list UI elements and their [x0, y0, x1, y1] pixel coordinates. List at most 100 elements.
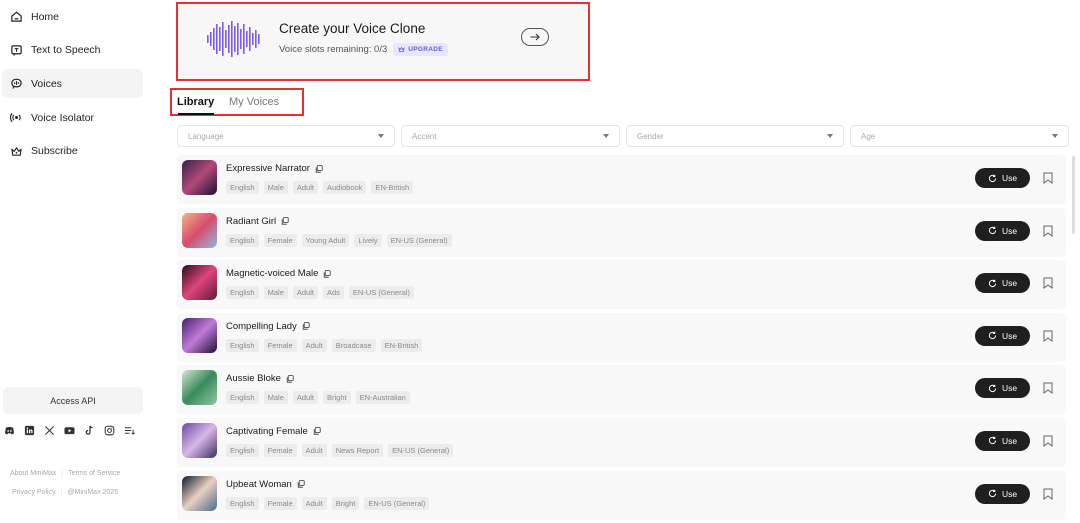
waveform-bar	[210, 32, 212, 46]
copy-icon[interactable]	[281, 217, 289, 225]
voice-tag: Young Adult	[301, 233, 350, 247]
sidebar-item-home[interactable]: Home	[2, 2, 143, 31]
voice-name: Expressive Narrator	[226, 163, 310, 174]
voice-tag: Broadcase	[331, 338, 376, 352]
bookmark-icon[interactable]	[1043, 225, 1053, 237]
footer-separator: |	[60, 489, 63, 496]
bookmark-icon[interactable]	[1043, 330, 1053, 342]
voice-name-wrap: Magnetic-voiced Male	[226, 268, 332, 280]
voice-avatar	[182, 160, 217, 195]
chevron-down-icon	[378, 134, 384, 138]
voice-clone-banner[interactable]: Create your Voice Clone Voice slots rema…	[176, 2, 590, 81]
footer-links-row-2: Privacy Policy | @MiniMax 2025	[12, 489, 118, 496]
waveform-bar	[207, 35, 209, 43]
tab-my-voices[interactable]: My Voices	[229, 96, 279, 108]
terms-link[interactable]: Terms of Service	[68, 470, 120, 477]
copy-icon[interactable]	[297, 480, 305, 488]
copy-icon[interactable]	[323, 269, 332, 278]
voice-name-wrap: Compelling Lady	[226, 321, 310, 332]
voice-row[interactable]: Upbeat Woman English Female Adult Bright EN-…	[177, 470, 1066, 520]
use-voice-button[interactable]: Use	[975, 325, 1030, 346]
tab-library[interactable]: Library	[177, 96, 214, 108]
copyright-text: @MiniMax 2025	[67, 489, 119, 496]
instagram-icon[interactable]	[104, 425, 115, 436]
voice-name: Magnetic-voiced Male	[226, 268, 319, 280]
voice-row[interactable]: Radiant Girl English Female Young Adult Liv…	[177, 207, 1066, 257]
tiktok-icon[interactable]	[84, 425, 95, 436]
sidebar-item-text-to-speech[interactable]: Text to Speech	[2, 36, 143, 65]
copy-icon[interactable]	[302, 322, 310, 330]
discord-icon[interactable]	[4, 425, 15, 436]
language-filter[interactable]: Language	[177, 125, 395, 147]
copy-icon[interactable]	[315, 164, 323, 173]
home-icon	[11, 11, 22, 22]
waveform-bar	[216, 24, 218, 54]
voice-tag: English	[226, 443, 259, 457]
voice-name: Captivating Female	[226, 425, 308, 437]
bookmark-icon[interactable]	[1043, 435, 1053, 447]
voice-tag: Female	[263, 496, 297, 510]
use-label: Use	[1001, 383, 1018, 394]
voice-name-wrap: Upbeat Woman	[226, 479, 305, 490]
access-api-button[interactable]: Access API	[3, 387, 143, 414]
copy-icon[interactable]	[286, 375, 294, 383]
waveform-bar	[240, 29, 242, 49]
use-voice-button[interactable]: Use	[975, 430, 1030, 451]
filter-placeholder: Language	[188, 131, 224, 141]
voice-tag: News Report	[331, 443, 384, 457]
voice-tag: Ads	[322, 286, 344, 300]
create-clone-arrow-button[interactable]	[521, 28, 549, 46]
about-link[interactable]: About MiniMax	[10, 470, 56, 477]
refresh-icon	[988, 226, 997, 235]
voice-row[interactable]: Aussie Bloke English Male Adult Bright EN-Au…	[177, 365, 1066, 415]
use-voice-button[interactable]: Use	[975, 168, 1030, 188]
sidebar-item-voices[interactable]: Voices	[2, 69, 143, 99]
age-filter[interactable]: Age	[850, 125, 1069, 147]
voice-tag: Adult	[301, 338, 327, 352]
use-label: Use	[1001, 278, 1018, 289]
voice-tags: English Male Adult Bright EN-Australian	[226, 391, 410, 405]
bookmark-icon[interactable]	[1043, 382, 1053, 395]
voice-name-wrap: Expressive Narrator	[226, 163, 323, 174]
voice-tags: English Male Adult Audiobook EN-British	[226, 181, 414, 194]
voice-row[interactable]: Magnetic-voiced Male English Male Adult Ads…	[177, 260, 1066, 310]
bookmark-icon[interactable]	[1043, 488, 1053, 500]
voice-tags: English Female Adult News Report EN-US (Gene…	[226, 443, 454, 457]
social-links	[4, 425, 135, 436]
refresh-icon	[988, 384, 997, 392]
voice-row[interactable]: Expressive Narrator English Male Adult Audi…	[177, 155, 1066, 204]
voice-slots-text: Voice slots remaining: 0/3	[279, 44, 388, 55]
waveform-bar	[237, 23, 239, 55]
text-to-speech-icon	[11, 44, 22, 56]
voice-tag: Adult	[301, 443, 327, 457]
use-voice-button[interactable]: Use	[975, 273, 1030, 294]
use-voice-button[interactable]: Use	[975, 483, 1030, 504]
linkedin-icon[interactable]	[24, 425, 35, 436]
accent-filter[interactable]: Accent	[401, 125, 620, 147]
use-label: Use	[1001, 488, 1018, 499]
privacy-link[interactable]: Privacy Policy	[12, 489, 56, 496]
sidebar-nav: Home Text to Speech Voices Voice Isolato…	[2, 2, 143, 170]
youtube-icon[interactable]	[64, 425, 75, 436]
x-icon[interactable]	[44, 425, 55, 436]
use-voice-button[interactable]: Use	[975, 378, 1030, 399]
sidebar-item-subscribe[interactable]: Subscribe	[2, 137, 143, 166]
voice-row[interactable]: Captivating Female English Female Adult New…	[177, 417, 1066, 467]
voice-tag: Audiobook	[322, 181, 367, 194]
feed-icon[interactable]	[124, 425, 135, 436]
copy-icon[interactable]	[313, 427, 321, 436]
crown-icon	[11, 146, 22, 156]
bookmark-icon[interactable]	[1043, 172, 1053, 184]
voice-tag: Male	[263, 286, 288, 300]
voice-avatar	[182, 370, 217, 406]
sidebar-item-voice-isolator[interactable]: Voice Isolator	[2, 103, 143, 132]
use-voice-button[interactable]: Use	[975, 220, 1030, 241]
voice-tags: English Female Adult Broadcase EN-British	[226, 338, 423, 352]
voice-row[interactable]: Compelling Lady English Female Adult Broadc…	[177, 312, 1066, 362]
bookmark-icon[interactable]	[1043, 277, 1053, 290]
gender-filter[interactable]: Gender	[626, 125, 844, 147]
scrollbar[interactable]	[1072, 156, 1075, 234]
footer-separator: |	[61, 470, 64, 477]
upgrade-badge[interactable]: UPGRADE	[393, 43, 448, 56]
voice-name: Aussie Bloke	[226, 373, 281, 385]
